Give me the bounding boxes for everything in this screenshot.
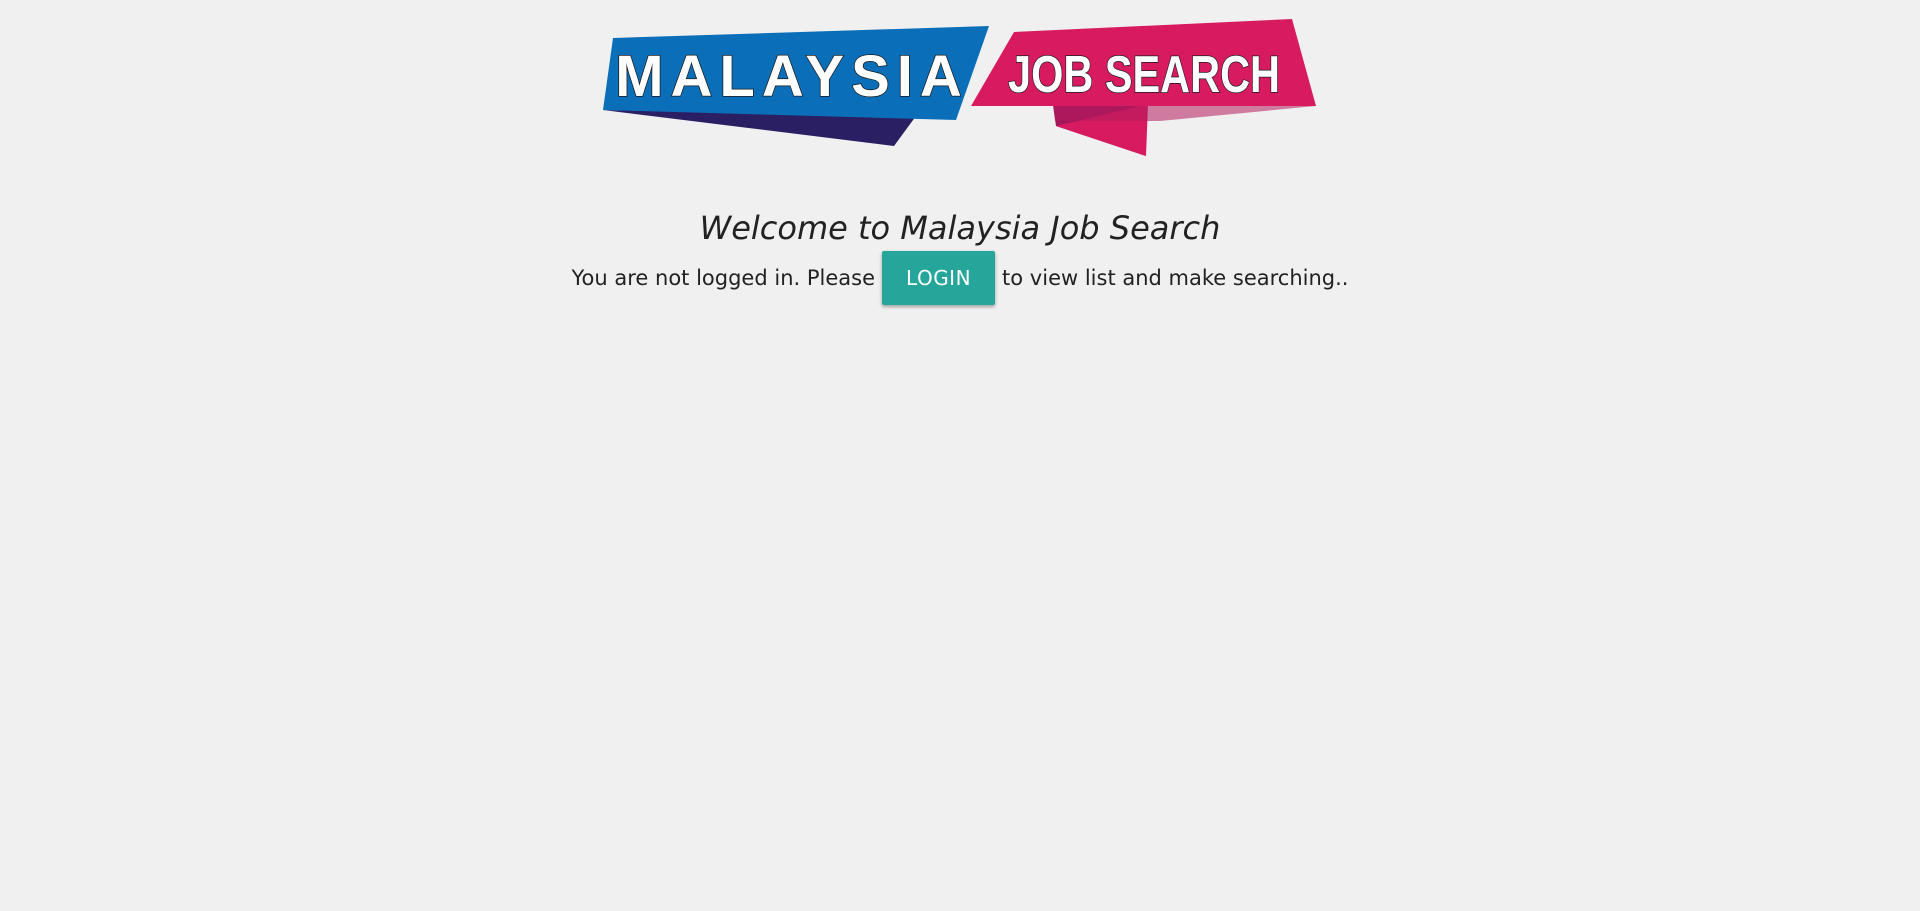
page: MALAYSIA JOB SEARCH Welcome to Malaysia … (0, 0, 1920, 911)
login-prompt: You are not logged in. Please LOGIN to v… (0, 250, 1920, 306)
login-prompt-after: to view list and make searching.. (1002, 266, 1349, 290)
logo-word-malaysia: MALAYSIA (615, 44, 969, 109)
logo-word-job-search: JOB SEARCH (1008, 46, 1280, 104)
welcome-heading: Welcome to Malaysia Job Search (699, 209, 1221, 247)
login-prompt-before: You are not logged in. Please (571, 266, 876, 290)
logo-right-fold (1053, 106, 1316, 121)
malaysia-job-search-logo: MALAYSIA JOB SEARCH (600, 16, 1320, 161)
login-button[interactable]: LOGIN (882, 251, 996, 305)
